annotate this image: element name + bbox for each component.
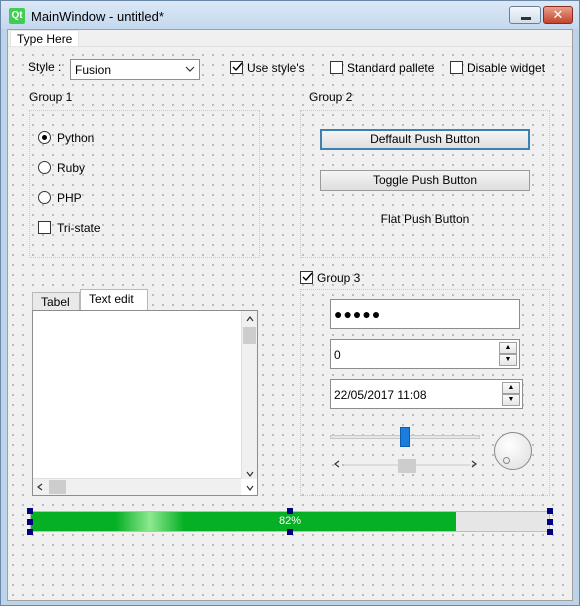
vertical-scroll-thumb[interactable] [243,327,256,344]
radio-php[interactable] [38,191,51,204]
text-edit-area[interactable] [32,310,258,496]
arrow-up-icon[interactable]: ▲ [502,382,520,394]
chevron-down-icon [185,61,195,81]
window-title: MainWindow - untitled* [31,9,164,24]
close-button[interactable]: ✕ [543,6,573,24]
radio-python[interactable] [38,131,51,144]
horizontal-scrollbar[interactable] [33,478,241,495]
group1-title: Group 1 [29,90,73,104]
group3-checkbox[interactable] [300,271,313,284]
minimize-button[interactable] [509,6,541,24]
selection-handle[interactable] [547,529,553,535]
spinbox[interactable]: 0 ▲ ▼ [330,339,520,369]
password-value: ●●●●● [334,306,382,322]
style-label: Style : [28,60,62,74]
use-styles-checkbox[interactable] [230,61,243,74]
selection-handle[interactable] [287,508,293,514]
selection-handle[interactable] [547,519,553,525]
tab-tabel[interactable]: Tabel [32,292,80,310]
dial-indicator [503,457,510,464]
scroll-right-icon[interactable] [471,460,477,470]
tristate-checkbox[interactable] [38,221,51,234]
group3-title: Group 3 [317,271,361,285]
default-push-button[interactable]: Deffault Push Button [320,129,530,150]
menu-item-type-here[interactable]: Type Here [10,30,80,47]
style-combobox-value: Fusion [75,63,112,77]
standard-palette-label: Standard pallete [347,61,435,75]
scroll-left-icon[interactable] [37,483,43,493]
style-combobox[interactable]: Fusion [70,59,200,80]
group2-title: Group 2 [309,90,353,104]
selection-handle[interactable] [27,529,33,535]
selection-handle[interactable] [287,529,293,535]
tristate-label: Tri-state [57,221,101,235]
disable-widget-label: Disable widget [467,61,546,75]
scroll-left-icon[interactable] [334,460,340,470]
selection-handle[interactable] [27,519,33,525]
dial[interactable] [494,432,532,470]
scroll-down-icon[interactable] [246,469,254,479]
selection-handle[interactable] [27,508,33,514]
minimize-icon [521,17,531,20]
scroll-down-icon[interactable] [246,483,254,493]
spinbox-buttons: ▲ ▼ [499,342,517,366]
vertical-scrollbar[interactable] [241,311,257,479]
datetime-edit[interactable]: 22/05/2017 11:08 ▲ ▼ [330,379,523,409]
main-window: Qt MainWindow - untitled* ✕ Type Here St… [0,0,580,606]
radio-ruby[interactable] [38,161,51,174]
toggle-push-button[interactable]: Toggle Push Button [320,170,530,191]
password-field[interactable]: ●●●●● [330,299,520,329]
form-canvas: Type Here Style : Fusion Use style's Sta… [7,29,573,601]
radio-php-label: PHP [57,191,82,205]
spinbox-value: 0 [334,348,341,362]
title-bar[interactable]: Qt MainWindow - untitled* ✕ [1,1,579,29]
standard-palette-checkbox[interactable] [330,61,343,74]
tab-text-edit[interactable]: Text edit [80,289,148,310]
radio-ruby-label: Ruby [57,161,86,175]
horizontal-scrollbar-thumb[interactable] [398,459,416,473]
arrow-up-icon[interactable]: ▲ [499,342,517,354]
close-icon: ✕ [552,7,564,22]
menu-bar: Type Here [8,30,572,47]
radio-selected-dot [42,135,47,140]
selection-handle[interactable] [547,508,553,514]
flat-push-button[interactable]: Flat Push Button [320,210,530,231]
horizontal-slider-handle[interactable] [400,427,410,447]
disable-widget-checkbox[interactable] [450,61,463,74]
datetime-value: 22/05/2017 11:08 [334,388,427,402]
qt-logo-icon: Qt [9,8,25,24]
use-styles-label: Use style's [247,61,305,75]
scroll-up-icon[interactable] [246,314,254,324]
arrow-down-icon[interactable]: ▼ [502,394,520,406]
horizontal-scroll-thumb[interactable] [49,480,66,494]
arrow-down-icon[interactable]: ▼ [499,354,517,366]
datetime-buttons: ▲ ▼ [502,382,520,406]
radio-python-label: Python [57,131,95,145]
